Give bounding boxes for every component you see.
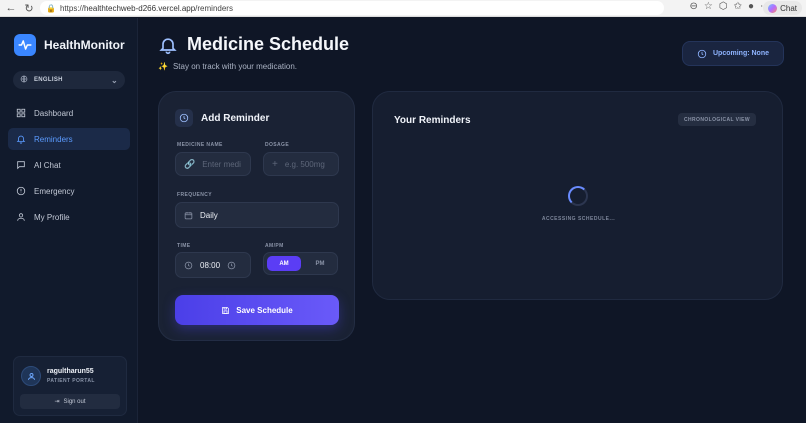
bell-icon [16,135,26,144]
medicine-name-label: MEDICINE NAME [177,142,223,148]
logout-icon: ⇥ [54,399,60,405]
alert-icon [16,186,26,196]
link-icon: 🔗 [184,158,196,169]
time-picker-icon[interactable] [227,261,236,270]
pm-button[interactable]: PM [304,256,336,271]
ampm-label: AM/PM [265,243,284,249]
chronological-view-badge[interactable]: CHRONOLOGICAL VIEW [678,113,756,126]
copilot-chat-button[interactable]: Chat [763,1,802,15]
page-title: Medicine Schedule [187,34,350,54]
grid-icon [16,108,26,118]
save-icon [222,306,230,314]
sidebar-item-label: Reminders [34,134,73,144]
sidebar-item-ai-chat[interactable]: AI Chat [8,154,130,176]
clock-icon [175,109,193,127]
language-select[interactable]: ENGLISH ⌄ [13,71,125,89]
sidebar: HealthMonitor ENGLISH ⌄ Dashboard Remind… [0,18,138,423]
frequency-label: FREQUENCY [177,192,212,198]
add-reminder-card: Add Reminder MEDICINE NAME DOSAGE 🔗 Ente… [158,91,355,341]
browser-actions: ⊖ ☆ ⬡ ✩ ● ⋯ [689,1,770,12]
clock-icon [184,261,193,269]
copilot-icon [768,3,778,13]
reload-icon[interactable]: ↻ [22,1,36,15]
sidebar-item-label: Emergency [34,186,75,196]
url-text: https://healthtechweb-d266.vercel.app/re… [59,3,233,13]
ampm-toggle: AM PM [263,252,338,275]
sidebar-item-dashboard[interactable]: Dashboard [8,102,130,124]
sparkle-icon: ✨ [158,62,168,71]
page-header: Medicine Schedule [158,34,349,55]
time-label: TIME [177,243,191,249]
user-name: ragultharun55 [47,368,94,375]
sidebar-item-my-profile[interactable]: My Profile [8,206,130,228]
avatar [21,366,41,386]
am-button[interactable]: AM [267,256,301,271]
sidebar-item-label: Dashboard [34,108,74,118]
clock-icon [697,49,707,58]
sidebar-item-reminders[interactable]: Reminders [8,128,130,150]
profile-icon[interactable]: ● [748,1,754,12]
user-card: ragultharun55 PATIENT PORTAL ⇥ Sign out [13,356,127,416]
reminders-title: Your Reminders [394,115,471,126]
globe-icon [20,75,28,85]
sidebar-menu: Dashboard Reminders AI Chat Emergency My… [8,102,130,232]
add-reminder-header: Add Reminder [175,109,269,127]
sidebar-item-label: AI Chat [34,160,61,170]
chevron-down-icon: ⌄ [110,75,118,85]
dosage-label: DOSAGE [265,142,290,148]
browser-toolbar: ← ↻ 🔒 https://healthtechweb-d266.vercel.… [0,0,806,17]
calendar-icon [184,211,193,219]
user-icon [27,372,35,380]
extensions-icon[interactable]: ⬡ [719,1,728,12]
bell-icon [159,37,177,54]
page-subtitle: ✨ Stay on track with your medication. [158,62,298,71]
loading-text: ACCESSING SCHEDULE... [541,216,616,222]
brand[interactable]: HealthMonitor [14,34,125,56]
sidebar-item-label: My Profile [34,212,70,222]
chat-icon [17,161,25,170]
reminders-list-card: Your Reminders CHRONOLOGICAL VIEW ACCESS… [372,91,783,300]
sign-out-button[interactable]: ⇥ Sign out [20,394,120,409]
user-role: PATIENT PORTAL [47,378,95,384]
address-bar[interactable]: 🔒 https://healthtechweb-d266.vercel.app/… [40,1,664,15]
loading-spinner [568,186,588,206]
lock-icon: 🔒 [46,3,56,13]
time-input[interactable]: 08:00 [175,252,251,278]
add-reminder-title: Add Reminder [201,112,270,124]
frequency-select[interactable]: Daily [175,202,339,228]
back-icon[interactable]: ← [4,1,18,15]
plus-icon: + [272,158,278,170]
upcoming-badge: Upcoming: None [682,41,784,66]
language-value: ENGLISH [34,77,63,83]
pulse-icon [14,34,36,56]
reader-icon[interactable]: ⊖ [689,1,697,12]
collections-icon[interactable]: ✩ [734,1,742,12]
medicine-name-input[interactable]: 🔗 Enter medi [175,152,251,176]
sidebar-item-emergency[interactable]: Emergency [8,180,130,202]
save-schedule-button[interactable]: Save Schedule [175,295,339,325]
dosage-input[interactable]: + e.g. 500mg [263,152,339,176]
favorite-icon[interactable]: ☆ [704,1,713,12]
user-icon [17,213,25,221]
brand-name: HealthMonitor [44,38,125,52]
